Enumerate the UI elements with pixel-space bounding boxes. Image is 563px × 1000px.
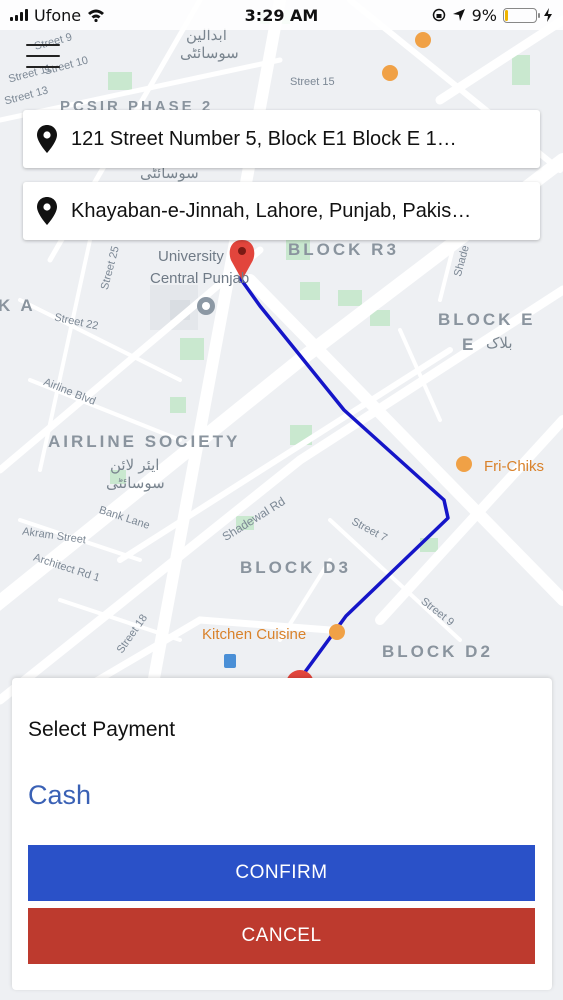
map-label-area: E [462,335,477,354]
map-label-poi: Kitchen Cuisine [202,626,307,643]
university-icon [197,297,215,315]
map-label-area: K A [0,296,36,315]
map-label-poi: Fri-Chiks [484,458,544,475]
map-label-area: BLOCK E [438,310,536,329]
signal-icon [10,9,28,21]
map-label-area: BLOCK R3 [288,240,399,259]
location-pin-icon [37,125,57,153]
map-label-urdu: سوسائٹی [106,475,165,492]
confirm-button[interactable]: CONFIRM [28,845,535,901]
map-label-area: AIRLINE SOCIETY [48,432,241,451]
map-label-area: BLOCK D2 [382,642,493,661]
map-label-urdu: ایئر لائن [110,457,160,474]
map-label-street: Street 15 [290,76,335,88]
charging-icon [544,8,552,22]
map-label-place: Central Punjab [150,270,250,287]
payment-title: Select Payment [28,718,176,741]
location-arrow-icon [452,9,465,21]
dropoff-address-text: Khayaban-e-Jinnah, Lahore, Punjab, Pakis… [71,199,472,222]
map-label-urdu: سوسائٹی [180,45,239,62]
cancel-button[interactable]: CANCEL [28,908,535,964]
pickup-address-text: 121 Street Number 5, Block E1 Block E 1… [71,127,457,150]
status-time: 3:29 AM [244,5,319,25]
status-bar: Ufone 3:29 AM 9% [0,0,563,30]
map-label-area: BLOCK D3 [240,558,351,577]
map-label-urdu: بلاک [486,335,513,352]
payment-method-cash[interactable]: Cash [28,780,91,811]
dropoff-address-field[interactable]: Khayaban-e-Jinnah, Lahore, Punjab, Pakis… [23,182,540,240]
location-pin-icon [37,197,57,225]
carrier-name: Ufone [34,5,82,25]
orientation-lock-icon [432,8,445,22]
payment-panel: Select Payment Cash CONFIRM CANCEL [12,678,552,990]
battery-percent: 9% [471,5,497,25]
battery-icon [503,7,540,23]
hamburger-menu-icon[interactable] [22,40,64,72]
bus-stop-icon [224,654,236,668]
pickup-address-field[interactable]: 121 Street Number 5, Block E1 Block E 1… [23,110,540,168]
map-label-place: University [158,248,224,265]
wifi-icon [88,9,105,22]
